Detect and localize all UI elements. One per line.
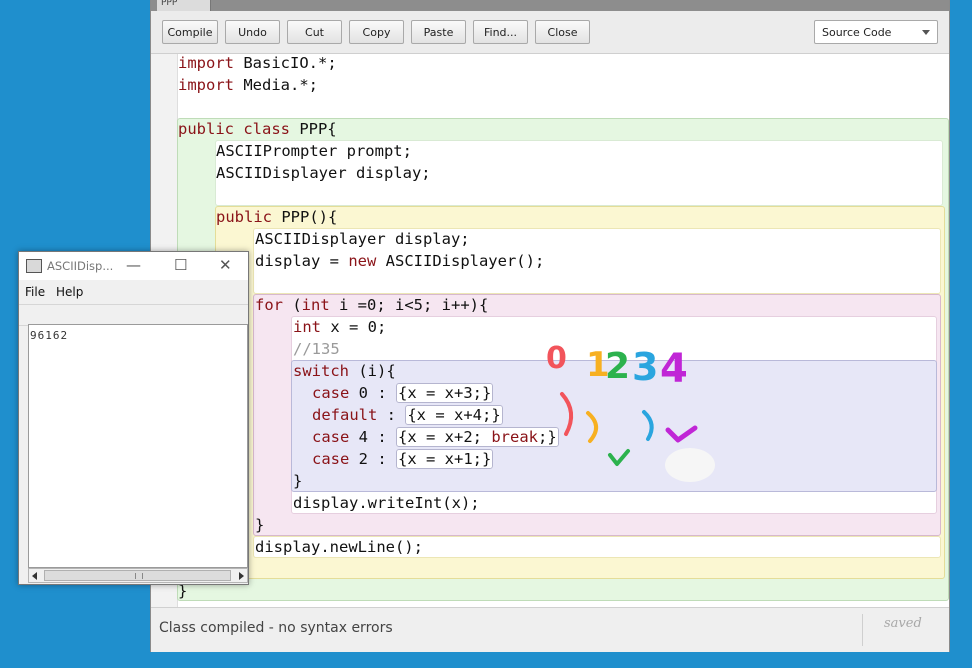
code-line-13: int x = 0; — [293, 318, 387, 336]
code-line-9: ASCIIDisplayer display; — [255, 230, 470, 248]
close-button[interactable]: Close — [535, 20, 590, 44]
code-line-16: case 0 : {x = x+3;} — [312, 383, 494, 403]
code-line-6: ASCIIDisplayer display; — [216, 164, 431, 182]
code-line-17: default : {x = x+4;} — [312, 405, 503, 425]
code-line-23: display.newLine(); — [255, 538, 423, 556]
minimize-icon[interactable]: — — [126, 256, 141, 274]
saved-indicator: saved — [884, 616, 922, 631]
ascii-window-title: ASCIIDisp... — [47, 259, 114, 273]
find-button[interactable]: Find... — [473, 20, 528, 44]
paste-button[interactable]: Paste — [411, 20, 466, 44]
copy-button[interactable]: Copy — [349, 20, 404, 44]
code-line-20: } — [293, 472, 303, 490]
compile-status: Class compiled - no syntax errors — [159, 620, 393, 636]
code-area[interactable]: import BasicIO.*; import Media.*; public… — [151, 54, 949, 607]
code-line-12: for (int i =0; i<5; i++){ — [255, 296, 489, 314]
ascii-output-area[interactable]: 96162 — [28, 324, 248, 568]
code-line-19: case 2 : {x = x+1;} — [312, 449, 494, 469]
menu-help[interactable]: Help — [56, 285, 83, 299]
code-line-2: import Media.*; — [178, 76, 318, 94]
code-line-15: switch (i){ — [293, 362, 396, 380]
code-line-21: display.writeInt(x); — [293, 494, 480, 512]
compile-button[interactable]: Compile — [162, 20, 218, 44]
status-bar: Class compiled - no syntax errors saved — [151, 607, 949, 652]
scroll-left-icon[interactable] — [32, 572, 37, 580]
cut-button[interactable]: Cut — [287, 20, 342, 44]
java-app-icon — [26, 259, 42, 273]
editor-window: PPP Compile Undo Cut Copy Paste Find... … — [150, 0, 950, 652]
code-line-5: ASCIIPrompter prompt; — [216, 142, 412, 160]
status-divider — [862, 614, 863, 646]
scroll-right-icon[interactable] — [239, 572, 244, 580]
ascii-output-text: 96162 — [30, 329, 69, 342]
scroll-thumb[interactable] — [44, 570, 231, 581]
code-line-22: } — [255, 516, 265, 534]
editor-tab-strip: PPP — [151, 0, 949, 11]
code-line-14: //135 — [293, 340, 340, 358]
ascii-menubar: File Help — [19, 281, 248, 303]
ascii-titlebar[interactable]: ASCIIDisp... — ☐ ✕ — [19, 252, 248, 280]
grip-icon — [135, 573, 143, 579]
undo-button[interactable]: Undo — [225, 20, 280, 44]
code-line-8: public PPP(){ — [216, 208, 338, 226]
editor-tab[interactable]: PPP — [157, 0, 211, 11]
ascii-toolstrip — [19, 304, 248, 326]
code-line-10: display = new ASCIIDisplayer(); — [255, 252, 545, 270]
maximize-icon[interactable]: ☐ — [174, 256, 187, 274]
close-icon[interactable]: ✕ — [219, 256, 232, 274]
horizontal-scrollbar[interactable] — [28, 568, 248, 583]
view-select[interactable]: Source Code — [814, 20, 938, 44]
menu-file[interactable]: File — [25, 285, 45, 299]
chevron-down-icon — [922, 30, 930, 35]
editor-toolbar: Compile Undo Cut Copy Paste Find... Clos… — [151, 11, 949, 54]
code-line-4: public class PPP{ — [178, 120, 337, 138]
view-select-value: Source Code — [822, 25, 892, 39]
code-line-1: import BasicIO.*; — [178, 54, 337, 72]
code-line-18: case 4 : {x = x+2; break;} — [312, 427, 559, 447]
ascii-displayer-window: ASCIIDisp... — ☐ ✕ File Help 96162 — [18, 251, 249, 585]
